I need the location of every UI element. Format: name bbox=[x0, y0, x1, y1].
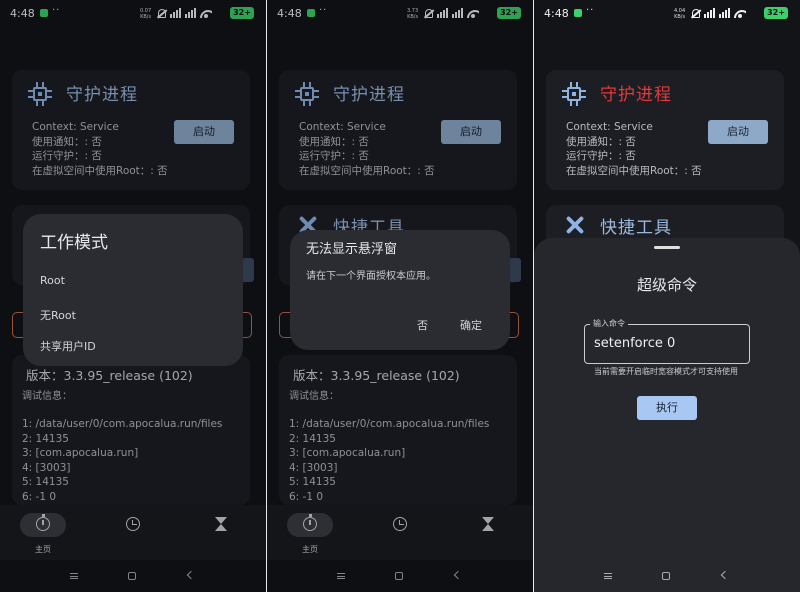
mute-icon bbox=[692, 8, 700, 18]
screenshot-stage: 4:48 ·· 0.07 KB/s 32+ 守护进程 Context: Serv… bbox=[0, 0, 800, 592]
back-icon[interactable] bbox=[720, 570, 730, 580]
mode-option-shared-uid[interactable]: 共享用户ID bbox=[40, 338, 96, 354]
overlay-permission-dialog: 无法显示悬浮窗 请在下一个界面授权本应用。 否 确定 bbox=[290, 230, 510, 350]
network-speed: 4.04 KB/s bbox=[674, 8, 686, 20]
notify-text: 使用通知：: 否 bbox=[566, 135, 636, 148]
status-time: 4:48 bbox=[544, 7, 569, 20]
command-input-label: 输入命令 bbox=[590, 318, 628, 329]
command-hint: 当前需要开启临时宽容模式才可支持使用 bbox=[594, 367, 738, 376]
signal-icon bbox=[704, 8, 715, 18]
context-text: Context: Service bbox=[566, 121, 653, 133]
root-vspace-text: 在虚拟空间中使用Root：: 否 bbox=[566, 164, 702, 177]
cpu-chip-icon bbox=[562, 82, 586, 106]
no-button[interactable]: 否 bbox=[417, 317, 428, 333]
status-dots: ·· bbox=[586, 5, 595, 16]
mode-option-root[interactable]: Root bbox=[40, 274, 65, 287]
wechat-icon bbox=[574, 9, 582, 17]
work-mode-dialog: 工作模式 Root 无Root 共享用户ID bbox=[23, 214, 243, 366]
tools-icon bbox=[562, 213, 586, 237]
command-input-value[interactable]: setenforce 0 bbox=[594, 336, 675, 351]
guard-card: 守护进程 Context: Service 使用通知：: 否 运行守护：: 否 … bbox=[546, 70, 784, 190]
dialog-title: 工作模式 bbox=[40, 233, 108, 253]
dialog-message: 请在下一个界面授权本应用。 bbox=[306, 271, 436, 282]
running-text: 运行守护：: 否 bbox=[566, 150, 636, 162]
start-button[interactable]: 启动 bbox=[708, 120, 768, 144]
status-bar: 4:48 ·· 4.04 KB/s 32+ bbox=[534, 0, 800, 28]
signal-icon-2 bbox=[719, 8, 730, 18]
guard-title: 守护进程 bbox=[600, 85, 672, 105]
drag-handle[interactable] bbox=[654, 246, 680, 249]
mode-option-no-root[interactable]: 无Root bbox=[40, 307, 76, 323]
guard-info: Context: Service 使用通知：: 否 运行守护：: 否 在虚拟空间… bbox=[566, 120, 702, 178]
recents-icon[interactable] bbox=[604, 573, 612, 579]
sheet-title: 超级命令 bbox=[636, 276, 697, 294]
confirm-button[interactable]: 确定 bbox=[460, 317, 482, 333]
super-command-sheet: 超级命令 输入命令 setenforce 0 当前需要开启临时宽容模式才可支持使… bbox=[534, 238, 800, 592]
wifi-icon bbox=[734, 8, 746, 18]
system-nav-bar bbox=[534, 560, 800, 592]
execute-button[interactable]: 执行 bbox=[637, 396, 697, 420]
home-icon[interactable] bbox=[662, 572, 670, 580]
dialog-title: 无法显示悬浮窗 bbox=[306, 242, 398, 257]
status-icons bbox=[692, 7, 746, 19]
tools-title: 快捷工具 bbox=[600, 218, 672, 238]
battery-icon: 32+ bbox=[764, 7, 788, 19]
